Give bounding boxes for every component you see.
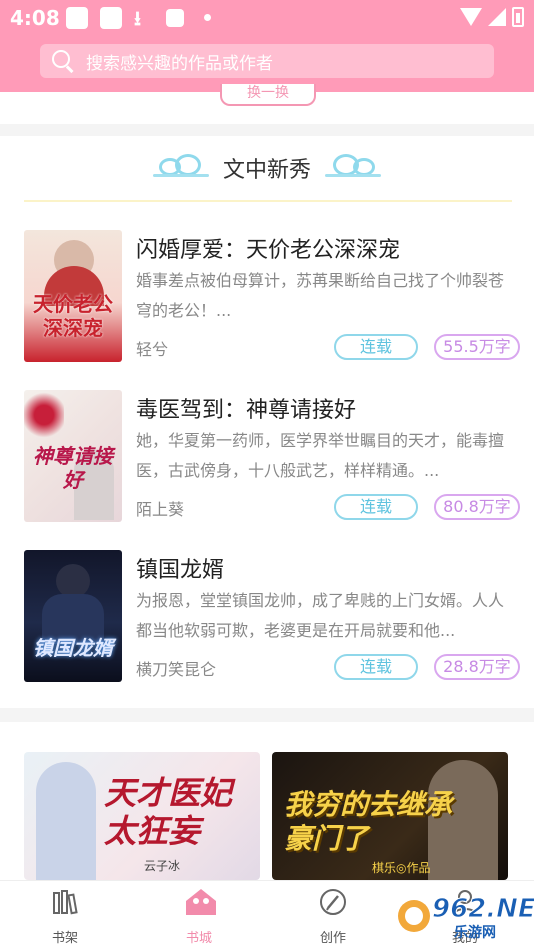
cloud-ornament-right-icon	[323, 154, 381, 182]
cloud-ornament-left-icon	[152, 154, 211, 182]
status-badge: 连载	[334, 494, 418, 520]
section-header: 文中新秀	[0, 148, 534, 188]
book-title: 毒医驾到：神尊请接好	[136, 398, 357, 423]
book-description: 她，华夏第一药师，医学界举世瞩目的天才，能毒擅医，古武傍身，十八般武艺，样样精通…	[136, 431, 505, 480]
download-icon: ⭳	[134, 6, 141, 30]
status-bar: 4:08 ⭳	[0, 0, 534, 36]
search-placeholder: 搜索感兴趣的作品或作者	[86, 53, 273, 74]
book-author: 轻兮	[136, 340, 169, 359]
nav-label: 书架	[51, 931, 78, 946]
word-count-badge: 55.5万字	[434, 334, 520, 360]
book-author: 陌上葵	[136, 500, 185, 519]
nav-label: 书城	[185, 931, 212, 946]
banner-title: 我穷的去继承豪门了	[284, 788, 453, 855]
search-bar[interactable]: 搜索感兴趣的作品或作者	[40, 44, 494, 78]
notification-icon	[100, 7, 122, 29]
book-item[interactable]: 天价老公深深宠 闪婚厚爱：天价老公深深宠 婚事差点被伯母算计，苏苒果断给自己找了…	[24, 230, 520, 362]
banner-author: 云子冰	[144, 859, 181, 873]
watermark-text: 乐游网	[454, 925, 496, 941]
nav-bookstore[interactable]: 书城	[154, 887, 244, 946]
promo-banner[interactable]: 天才医妃太狂妄 云子冰	[24, 752, 260, 880]
nav-create[interactable]: 创作	[288, 887, 378, 946]
book-cover: 镇国龙婿	[24, 550, 122, 682]
section-divider	[0, 124, 534, 136]
section-title: 文中新秀	[222, 158, 311, 183]
cover-title: 神尊请接好	[33, 444, 113, 492]
cover-title: 天价老公深深宠	[33, 292, 113, 340]
section-underline	[24, 200, 512, 202]
word-count-badge: 28.8万字	[434, 654, 520, 680]
status-right	[460, 7, 524, 27]
site-watermark: 962.NET 乐游网	[394, 892, 534, 944]
status-time: 4:08	[10, 6, 60, 30]
book-title: 闪婚厚爱：天价老公深深宠	[136, 238, 401, 263]
book-item[interactable]: 镇国龙婿 镇国龙婿 为报恩，堂堂镇国龙帅，成了卑贱的上门女婿。人人都当他软弱可欺…	[24, 550, 520, 682]
search-icon	[52, 50, 74, 73]
promo-banner[interactable]: 我穷的去继承豪门了 棋乐◎作品	[272, 752, 508, 880]
status-badge: 连载	[334, 334, 418, 360]
signal-icon	[488, 8, 506, 26]
watermark-logo-icon	[398, 900, 430, 932]
banner-title: 天才医妃太狂妄	[104, 774, 233, 850]
nav-bookshelf[interactable]: 书架	[20, 887, 110, 946]
cover-title: 镇国龙婿	[33, 636, 113, 660]
banner-author: 棋乐◎作品	[372, 861, 431, 875]
book-cover: 神尊请接好	[24, 390, 122, 522]
watermark-number: 962.NET	[431, 894, 534, 925]
book-description: 婚事差点被伯母算计，苏苒果断给自己找了个帅裂苍穹的老公！...	[136, 271, 505, 320]
pen-circle-icon	[318, 887, 348, 917]
section-divider	[0, 708, 534, 722]
bookshelf-icon	[50, 887, 80, 917]
house-icon	[184, 887, 216, 917]
wifi-icon	[460, 8, 482, 26]
book-author: 横刀笑昆仑	[136, 660, 217, 679]
book-cover: 天价老公深深宠	[24, 230, 122, 362]
book-title: 镇国龙婿	[136, 558, 225, 583]
notification-icon	[66, 7, 88, 29]
refresh-button[interactable]: 换一换	[220, 84, 316, 106]
more-notifications-icon	[204, 14, 211, 21]
word-count-badge: 80.8万字	[434, 494, 520, 520]
app-header: 4:08 ⭳ 搜索感兴趣的作品或作者	[0, 0, 534, 92]
battery-icon	[512, 7, 524, 27]
app-notification-icon	[166, 9, 184, 27]
book-item[interactable]: 神尊请接好 毒医驾到：神尊请接好 她，华夏第一药师，医学界举世瞩目的天才，能毒擅…	[24, 390, 520, 522]
book-description: 为报恩，堂堂镇国龙帅，成了卑贱的上门女婿。人人都当他软弱可欺，老婆更是在开局就要…	[136, 591, 505, 640]
status-badge: 连载	[334, 654, 418, 680]
nav-label: 创作	[319, 931, 346, 946]
